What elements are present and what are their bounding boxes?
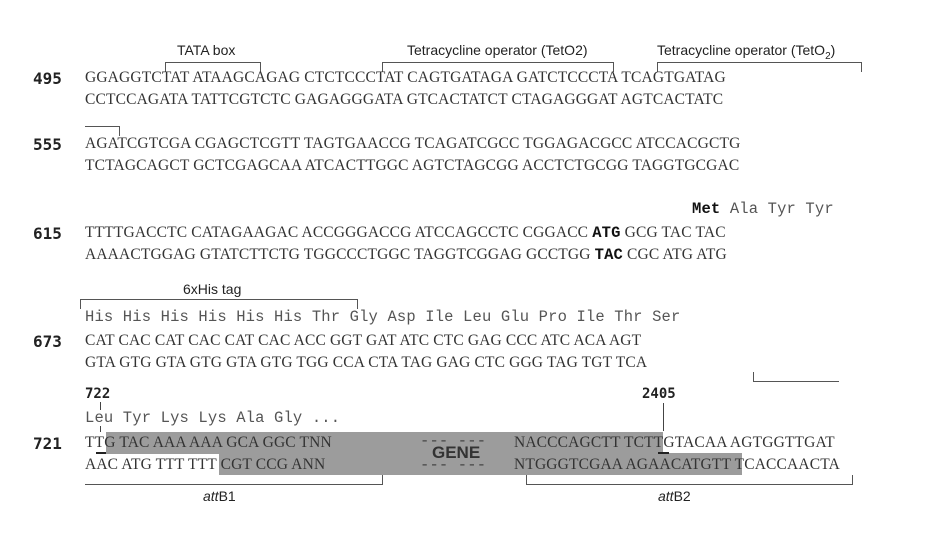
- sequence-bottom-721-right: NTGGGTCGAA AGAACATGTT TCACCAACTA: [514, 456, 840, 473]
- attb1-label-rest: B1: [218, 488, 236, 504]
- sequence-bottom-721-left: AAC ATG TTT TTT CGT CCG ANN: [85, 456, 326, 473]
- position-722-label: 722: [85, 386, 111, 402]
- sequence-top-721-right: NACCCAGCTT TCTTGTACAA AGTGGTTGAT: [514, 434, 835, 451]
- position-722-underline: [96, 452, 106, 454]
- attb1-bracket-end: [85, 475, 383, 485]
- position-2405-tick: [663, 403, 664, 431]
- his-tag-label: 6xHis tag: [183, 281, 242, 297]
- tata-box-label: TATA box: [177, 42, 236, 58]
- attb2-label-italic: att: [658, 488, 674, 504]
- row-number-495: 495: [33, 69, 62, 88]
- teto2-label-1: Tetracycline operator (TetO2): [407, 42, 588, 58]
- sequence-top-555: AGATCGTCGA CGAGCTCGTT TAGTGAACCG TCAGATC…: [85, 135, 741, 152]
- attb1-bracket-start: [753, 372, 839, 382]
- attb1-label: attB1: [203, 488, 236, 504]
- row-number-615: 615: [33, 224, 62, 243]
- sequence-top-721-left: TTG TAC AAA AAA GCA GGC TNN: [85, 434, 332, 451]
- amino-acids-721: Leu Tyr Lys Lys Ala Gly ...: [85, 409, 341, 427]
- sequence-top-673: CAT CAC CAT CAC CAT CAC ACC GGT GAT ATC …: [85, 332, 642, 349]
- sequence-bottom-615-post: CGC ATG ATG: [627, 246, 727, 263]
- start-codon: ATG: [592, 224, 621, 242]
- attb2-bracket: [526, 475, 853, 485]
- sequence-top-615: TTTTGACCTC CATAGAAGAC ACCGGGACCG ATCCAGC…: [85, 224, 726, 242]
- row-number-673: 673: [33, 332, 62, 351]
- sequence-bottom-495: CCTCCAGATA TATTCGTCTC GAGAGGGATA GTCACTA…: [85, 91, 724, 108]
- teto2-label-2: Tetracycline operator (TetO2): [657, 42, 835, 62]
- position-722-tick-lower: [100, 426, 101, 432]
- attb2-label: attB2: [658, 488, 691, 504]
- start-codon-complement: TAC: [594, 246, 624, 264]
- position-2405-label: 2405: [642, 386, 676, 402]
- amino-acids-615-rest: Ala Tyr Tyr: [729, 200, 834, 218]
- row-number-721: 721: [33, 434, 62, 453]
- teto2-label-2-close: ): [830, 42, 836, 58]
- sequence-bottom-555: TCTAGCAGCT GCTCGAGCAA ATCACTTGGC AGTCTAG…: [85, 157, 740, 174]
- start-codon-aa: Met: [692, 200, 721, 218]
- row-number-555: 555: [33, 135, 62, 154]
- sequence-top-615-post: GCG TAC TAC: [624, 224, 726, 241]
- sequence-bottom-673: GTA GTG GTA GTG GTA GTG TGG CCA CTA TAG …: [85, 354, 648, 371]
- sequence-top-615-pre: TTTTGACCTC CATAGAAGAC ACCGGGACCG ATCCAGC…: [85, 224, 589, 241]
- sequence-top-495: GGAGGTCTAT ATAAGCAGAG CTCTCCCTAT CAGTGAT…: [85, 69, 726, 86]
- amino-acids-615: Met Ala Tyr Tyr: [692, 200, 834, 218]
- gene-label: GENE: [432, 443, 481, 462]
- teto2-label-2-text: Tetracycline operator (TetO: [657, 42, 826, 58]
- position-2405-underline: [658, 452, 669, 454]
- amino-acids-673: His His His His His His Thr Gly Asp Ile …: [85, 308, 681, 326]
- sequence-bottom-615: AAAACTGGAG GTATCTTCTG TGGCCCTGGC TAGGTCG…: [85, 246, 727, 264]
- sequence-bottom-615-pre: AAAACTGGAG GTATCTTCTG TGGCCCTGGC TAGGTCG…: [85, 246, 591, 263]
- attb1-label-italic: att: [203, 488, 219, 504]
- attb2-label-rest: B2: [673, 488, 691, 504]
